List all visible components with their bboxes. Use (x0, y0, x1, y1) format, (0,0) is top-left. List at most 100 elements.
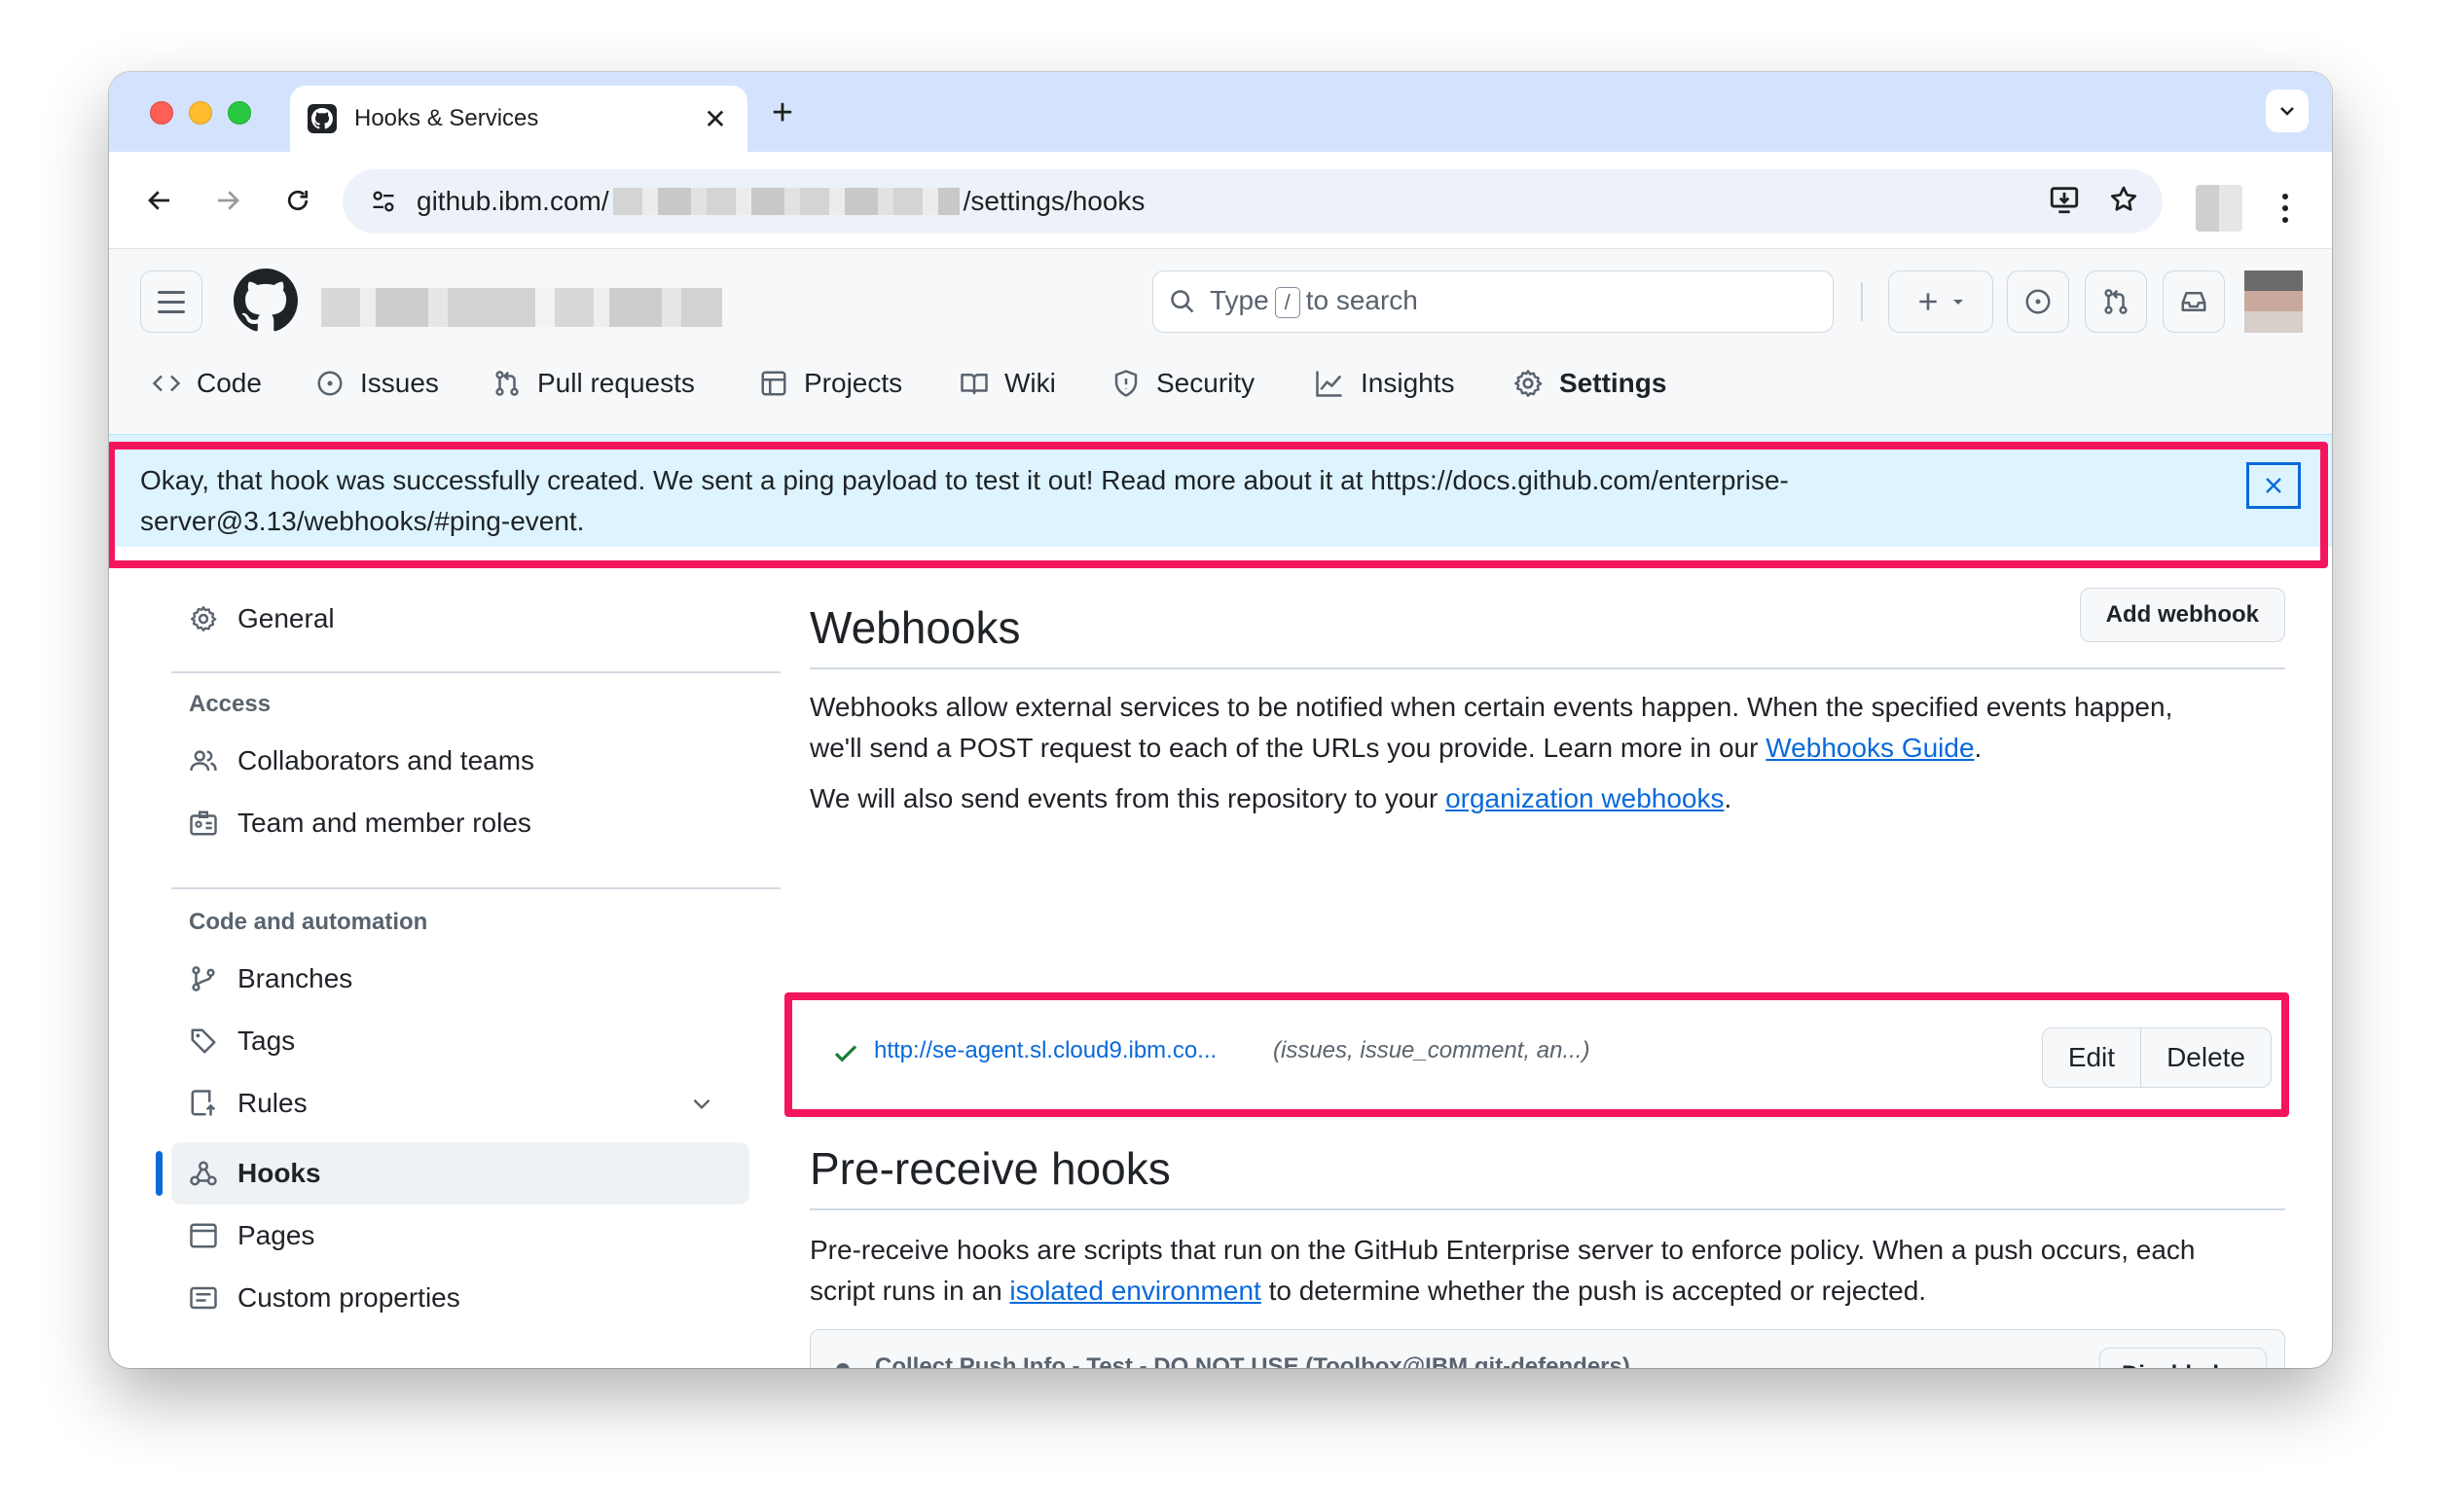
triangle-down-icon (1953, 300, 1963, 305)
sidebar-item-collaborators[interactable]: Collaborators and teams (171, 730, 749, 792)
search-suffix: to search (1305, 285, 1418, 315)
sidebar-item-hooks[interactable]: Hooks (171, 1142, 749, 1205)
minimize-window-button[interactable] (189, 101, 212, 125)
url-text: github.ibm.com/ /settings/hooks (417, 186, 1145, 217)
hamburger-menu-button[interactable] (140, 270, 202, 333)
webhooks-desc-line-1: Webhooks allow external services to be n… (810, 692, 2173, 722)
sidebar-item-label: Custom properties (237, 1282, 460, 1313)
sidebar-item-label: General (237, 603, 335, 633)
tab-pull-requests-label: Pull requests (537, 368, 695, 398)
organization-webhooks-link[interactable]: organization webhooks (1445, 783, 1724, 813)
arrow-left-icon (148, 191, 169, 210)
webhook-row: http://se-agent.sl.cloud9.ibm.co... (iss… (810, 1008, 2285, 1105)
sidebar-item-label: Rules (237, 1088, 308, 1118)
close-window-button[interactable] (150, 101, 173, 125)
sidebar-item-label: Branches (237, 963, 353, 993)
book-icon (961, 374, 988, 395)
site-settings-icon[interactable] (364, 182, 403, 221)
webhooks-guide-link[interactable]: Webhooks Guide (1766, 733, 1974, 763)
browser-tab-active[interactable]: Hooks & Services ✕ (290, 86, 747, 152)
url-redacted (612, 188, 960, 215)
isolated-environment-link[interactable]: isolated environment (1009, 1276, 1260, 1306)
sidebar-item-custom-properties[interactable]: Custom properties (171, 1267, 749, 1329)
tab-issues[interactable]: Issues (315, 354, 439, 413)
create-new-button[interactable] (1888, 270, 1993, 333)
bookmark-star-icon[interactable] (2108, 184, 2139, 220)
tab-wiki[interactable]: Wiki (960, 354, 1056, 413)
delete-webhook-button[interactable]: Delete (2140, 1028, 2271, 1087)
people-icon (190, 750, 217, 772)
sidebar-item-label: Collaborators and teams (237, 745, 535, 775)
search-prefix: Type (1210, 285, 1269, 315)
flash-dismiss-button[interactable] (2246, 462, 2301, 509)
browser-window: Hooks & Services ✕ + github.ibm.com/ /se… (109, 72, 2332, 1368)
pre-receive-hook-name: Collect Push Info - Test - DO NOT USE (T… (875, 1353, 1630, 1368)
sidebar-divider (171, 887, 781, 889)
webhooks-divider (810, 667, 2285, 669)
inbox-button[interactable] (2163, 270, 2225, 333)
tab-projects[interactable]: Projects (759, 354, 902, 413)
webhooks-desc-prefix: we'll send a POST request to each of the… (810, 733, 1766, 763)
sidebar-item-rules[interactable]: Rules (171, 1072, 749, 1134)
search-input[interactable]: Type / to search (1152, 270, 1834, 333)
arrow-right-icon (218, 191, 239, 210)
main-content: Webhooks Add webhook Webhooks allow exte… (810, 547, 2285, 1368)
maximize-window-button[interactable] (228, 101, 251, 125)
sidebar-item-tags[interactable]: Tags (171, 1010, 749, 1072)
tab-wiki-label: Wiki (1004, 368, 1056, 398)
flash-line-2: server@3.13/webhooks/#ping-event. (140, 506, 585, 536)
git-branch-icon (192, 966, 215, 991)
slash-key: / (1274, 287, 1300, 318)
hook-state-label: Disabled (2122, 1361, 2219, 1368)
issue-opened-icon (317, 371, 343, 396)
sidebar-item-label: Hooks (237, 1158, 321, 1188)
tab-search-button[interactable] (2266, 90, 2309, 132)
github-logo-icon[interactable] (234, 269, 298, 333)
browser-menu-icon[interactable] (2274, 187, 2297, 230)
sidebar-item-pages[interactable]: Pages (171, 1205, 749, 1267)
flash-message: Okay, that hook was successfully created… (140, 460, 1970, 542)
browser-profile-avatar[interactable] (2196, 185, 2242, 232)
webhooks-desc-suffix: . (1974, 733, 1983, 763)
forward-button[interactable] (206, 179, 249, 222)
tab-close-icon[interactable]: ✕ (701, 103, 730, 135)
tab-security[interactable]: Security (1111, 354, 1255, 413)
pre-receive-title: Pre-receive hooks (810, 1143, 1171, 1194)
pre-receive-desc-line-2: script runs in an isolated environment t… (810, 1271, 2285, 1312)
repo-name-redacted[interactable] (321, 288, 722, 327)
reload-icon (287, 190, 309, 211)
tab-settings-label: Settings (1559, 368, 1667, 398)
gear-icon (191, 606, 217, 631)
pull-requests-button[interactable] (2085, 270, 2147, 333)
sidebar-item-general[interactable]: General (171, 588, 749, 650)
add-webhook-button[interactable]: Add webhook (2079, 588, 2285, 642)
tab-settings[interactable]: Settings (1512, 354, 1666, 413)
user-avatar[interactable] (2244, 270, 2303, 333)
hook-state-dropdown[interactable]: Disabled (2098, 1348, 2267, 1368)
new-tab-button[interactable]: + (763, 93, 802, 132)
tab-code[interactable]: Code (152, 354, 262, 413)
reload-button[interactable] (276, 179, 319, 222)
sidebar-item-team-roles[interactable]: Team and member roles (171, 792, 749, 854)
id-badge-icon (190, 810, 217, 836)
org-note-prefix: We will also send events from this repos… (810, 783, 1446, 813)
browser-toolbar: github.ibm.com/ /settings/hooks (109, 152, 2332, 249)
back-button[interactable] (138, 179, 181, 222)
code-icon (152, 375, 181, 392)
webhooks-description: Webhooks allow external services to be n… (810, 687, 2285, 769)
sidebar-heading-code: Code and automation (189, 909, 428, 935)
tab-insights[interactable]: Insights (1314, 354, 1455, 413)
github-header: Type / to search (109, 249, 2332, 335)
issues-button[interactable] (2007, 270, 2069, 333)
url-path: /settings/hooks (963, 186, 1146, 216)
flash-notice: Okay, that hook was successfully created… (109, 434, 2332, 547)
edit-webhook-button[interactable]: Edit (2043, 1028, 2140, 1087)
address-bar[interactable]: github.ibm.com/ /settings/hooks (343, 169, 2163, 234)
tab-insights-label: Insights (1361, 368, 1455, 398)
tab-pull-requests[interactable]: Pull requests (492, 354, 695, 413)
browser-icon (190, 1223, 217, 1248)
sidebar-item-branches[interactable]: Branches (171, 948, 749, 1010)
tab-security-label: Security (1156, 368, 1256, 398)
install-app-icon[interactable] (2048, 183, 2081, 221)
webhook-url-link[interactable]: http://se-agent.sl.cloud9.ibm.co... (874, 1037, 1217, 1064)
